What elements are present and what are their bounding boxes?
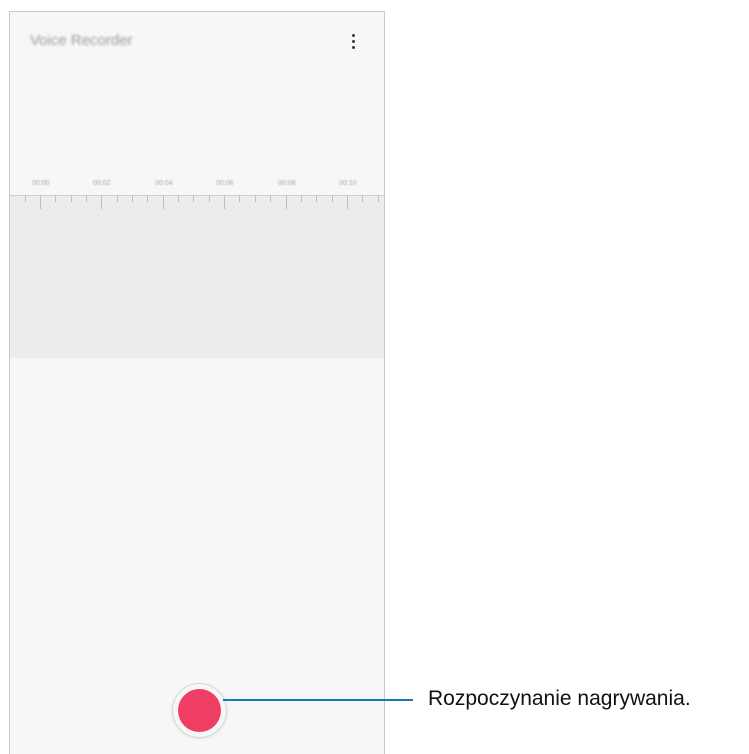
record-button[interactable] xyxy=(172,683,227,738)
app-title: Voice Recorder xyxy=(30,32,133,49)
phone-screen: Voice Recorder 00:00 00:02 00:04 00:06 0… xyxy=(9,11,385,754)
waveform-area xyxy=(10,195,384,358)
callout-line xyxy=(223,699,413,701)
timeline-labels: 00:00 00:02 00:04 00:06 00:08 00:10 xyxy=(10,180,384,192)
time-label: 00:02 xyxy=(93,180,111,187)
timeline-ruler xyxy=(10,195,384,209)
time-label: 00:04 xyxy=(155,180,173,187)
time-label: 00:08 xyxy=(278,180,296,187)
more-options-icon[interactable] xyxy=(346,30,362,52)
time-label: 00:06 xyxy=(216,180,234,187)
record-dot-icon xyxy=(178,689,221,732)
dot xyxy=(352,40,355,43)
dot xyxy=(352,46,355,49)
time-label: 00:00 xyxy=(32,180,50,187)
time-label: 00:10 xyxy=(339,180,357,187)
dot xyxy=(352,34,355,37)
callout-label: Rozpoczynanie nagrywania. xyxy=(428,687,691,710)
